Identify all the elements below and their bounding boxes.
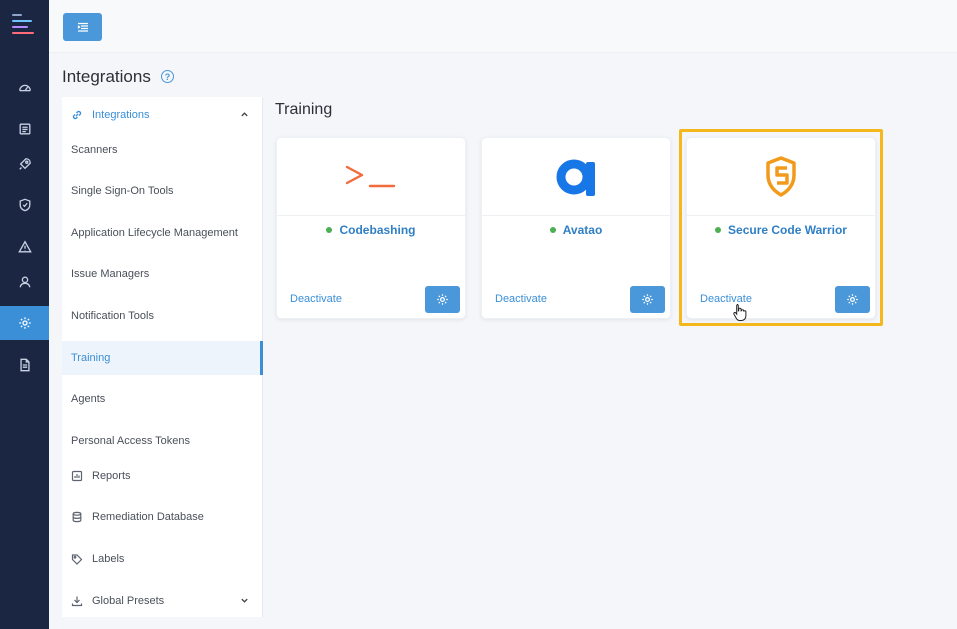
subnav-labels[interactable]: Labels [62,542,263,576]
tag-icon [71,553,83,565]
rail-warning[interactable] [0,230,49,264]
side-rail [0,0,49,629]
rail-settings[interactable] [0,306,49,340]
user-icon [19,276,30,288]
subnav-reports[interactable]: Reports [62,459,263,493]
card-title: Avatao [482,223,670,237]
card-title: Codebashing [277,223,465,237]
subnav-global-presets[interactable]: Global Presets [62,584,263,618]
rocket-icon [18,158,31,170]
subnav-item-scanners[interactable]: Scanners [62,133,263,167]
database-icon [71,511,83,523]
deactivate-link[interactable]: Deactivate [290,293,342,305]
card-logo-area [482,138,670,216]
rail-user[interactable] [0,265,49,299]
page-title: Integrations [62,67,151,86]
subnav-item-access-tokens[interactable]: Personal Access Tokens [62,424,263,458]
settings-button[interactable] [425,286,460,313]
rail-document[interactable] [0,348,49,382]
highlight-frame [679,129,883,326]
card-logo-area [277,138,465,216]
menu-toggle-button[interactable] [63,13,102,41]
list-icon [19,123,30,135]
subnav-group-integrations[interactable]: Integrations [62,98,263,132]
rail-dashboard[interactable] [0,71,49,105]
subnav-item-training[interactable]: Training [62,341,263,375]
document-icon [19,358,30,372]
warning-icon [17,240,32,253]
status-dot [549,226,556,233]
gear-icon [437,294,448,305]
top-bar [49,0,957,53]
menu-icon [77,22,88,32]
rail-shield[interactable] [0,188,49,222]
hand-cursor-icon [733,304,747,321]
subnav-item-alm[interactable]: Application Lifecycle Management [62,216,263,250]
subnav-group-label: Integrations [92,109,150,121]
settings-subnav: Integrations Scanners Single Sign-On Too… [62,97,263,617]
subnav-item-sso[interactable]: Single Sign-On Tools [62,174,263,208]
app-logo[interactable] [12,14,38,40]
avatao-a-logo [556,159,595,196]
rail-list[interactable] [0,112,49,146]
integration-card-codebashing: Codebashing Deactivate [276,137,466,319]
chevron-up-icon[interactable] [240,110,249,119]
link-icon [71,109,83,121]
download-icon [71,595,83,607]
gear-icon [642,294,653,305]
integration-card-avatao: Avatao Deactivate [481,137,671,319]
status-dot [326,226,333,233]
shield-icon [19,198,30,212]
section-title: Training [275,101,333,118]
report-icon [71,470,83,482]
subnav-item-agents[interactable]: Agents [62,382,263,416]
help-icon[interactable]: ? [161,70,174,83]
chevron-down-icon[interactable] [240,596,249,605]
subnav-remediation-database[interactable]: Remediation Database [62,500,263,534]
settings-button[interactable] [630,286,665,313]
dashboard-icon [18,84,31,92]
deactivate-link[interactable]: Deactivate [495,293,547,305]
terminal-prompt-logo [345,165,396,187]
subnav-item-issue-managers[interactable]: Issue Managers [62,257,263,291]
gear-icon [18,317,31,329]
rail-rocket[interactable] [0,147,49,181]
subnav-item-notification-tools[interactable]: Notification Tools [62,299,263,333]
